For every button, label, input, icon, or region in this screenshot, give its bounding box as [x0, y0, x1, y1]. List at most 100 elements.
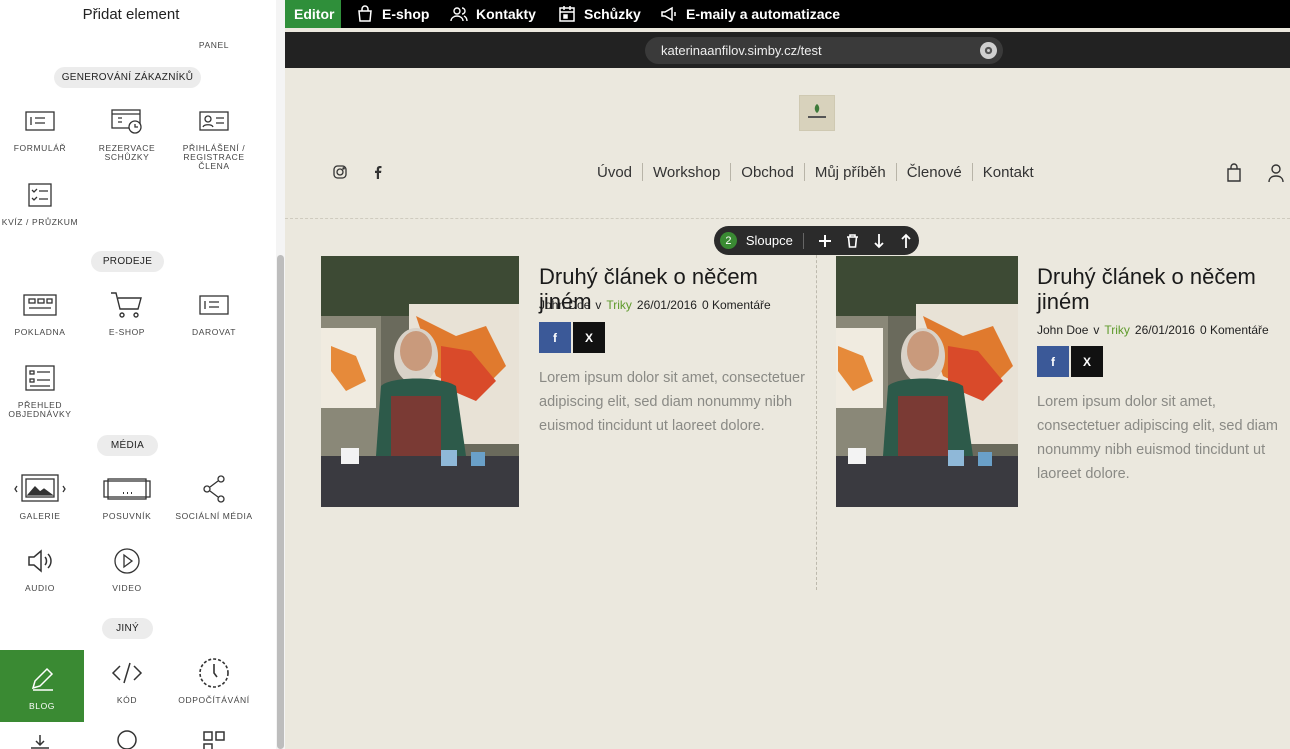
site-logo[interactable] — [799, 95, 835, 131]
user-account-icon[interactable] — [1267, 163, 1285, 183]
circle-badge-icon[interactable] — [115, 728, 139, 749]
panel-title: Přidat element — [82, 6, 180, 23]
tile-donate[interactable]: DAROVAT — [172, 288, 256, 337]
header-divider — [285, 218, 1290, 219]
tile-code[interactable]: KÓD — [85, 656, 169, 705]
meetings-label: Schůzky — [584, 6, 641, 22]
share-x-button[interactable]: X — [573, 322, 605, 353]
menu-item-obchod[interactable]: Obchod — [731, 164, 804, 181]
clipped-tile-label: PANEL — [198, 40, 230, 50]
url-field[interactable]: katerinaanfilov.simby.cz/test — [645, 37, 1003, 64]
shopping-cart-icon — [111, 292, 142, 318]
speaker-icon — [28, 549, 52, 573]
tile-eshop[interactable]: E-SHOP — [85, 288, 169, 337]
post-comments[interactable]: 0 Komentáře — [1200, 323, 1269, 337]
section-media: MÉDIA — [97, 435, 158, 456]
countdown-timer-icon — [199, 658, 229, 688]
tile-member-login-label: PŘIHLÁŠENÍ / REGISTRACE ČLENA — [182, 143, 246, 171]
add-icon[interactable] — [812, 231, 839, 251]
move-down-icon[interactable] — [865, 231, 892, 251]
facebook-icon[interactable] — [370, 164, 386, 180]
post-date: 26/01/2016 — [1134, 323, 1195, 337]
post-date: 26/01/2016 — [636, 298, 697, 312]
menu-item-workshop[interactable]: Workshop — [643, 164, 730, 181]
tile-quiz-label: KVÍZ / PRŮZKUM — [1, 217, 79, 227]
editor-label: Editor — [294, 6, 335, 22]
top-navigation-bar: Editor E-shop Kontakty Schůzky E-maily a… — [276, 0, 1290, 28]
tile-checkout[interactable]: POKLADNA — [0, 288, 82, 337]
move-up-icon[interactable] — [892, 231, 919, 251]
facebook-icon: f — [1051, 354, 1055, 369]
editor-tab[interactable]: Editor — [276, 0, 341, 28]
post-category[interactable]: Triky — [1104, 323, 1130, 337]
share-facebook-button[interactable]: f — [1037, 346, 1069, 377]
users-icon — [450, 7, 468, 22]
tile-donate-label: DAROVAT — [191, 327, 237, 337]
tile-audio[interactable]: AUDIO — [0, 544, 82, 593]
tile-social-media[interactable]: SOCIÁLNÍ MÉDIA — [172, 472, 256, 521]
facebook-icon: f — [553, 330, 557, 345]
section-lead-generation: GENEROVÁNÍ ZÁKAZNÍKŮ — [54, 67, 201, 88]
share-facebook-button[interactable]: f — [539, 322, 571, 353]
settings-gear-icon[interactable] — [980, 42, 997, 59]
share-nodes-icon — [203, 475, 225, 503]
emails-tab[interactable]: E-maily a automatizace — [660, 0, 840, 28]
tile-video[interactable]: VIDEO — [85, 544, 169, 593]
tile-quiz[interactable]: KVÍZ / PRŮZKUM — [0, 178, 82, 227]
tile-order-summary[interactable]: PŘEHLED OBJEDNÁVKY — [0, 361, 82, 419]
pencil-icon — [31, 667, 54, 691]
tile-blog[interactable]: BLOG — [0, 650, 84, 722]
columns-label[interactable]: Sloupce — [746, 233, 793, 248]
tile-booking[interactable]: REZERVACE SCHŮZKY — [85, 104, 169, 162]
tile-video-label: VIDEO — [112, 583, 142, 593]
cart-bag-icon[interactable] — [1225, 163, 1243, 183]
post-author[interactable]: John Doe — [1037, 323, 1088, 337]
post-image[interactable] — [836, 256, 1018, 507]
tile-member-login[interactable]: PŘIHLÁŠENÍ / REGISTRACE ČLENA — [172, 104, 256, 171]
tile-countdown[interactable]: ODPOČÍTÁVÁNÍ — [172, 656, 256, 705]
tile-form[interactable]: FORMULÁŘ — [0, 104, 82, 153]
contacts-tab[interactable]: Kontakty — [450, 0, 536, 28]
menu-item-kontakt[interactable]: Kontakt — [973, 164, 1044, 181]
tile-booking-label: REZERVACE SCHŮZKY — [98, 143, 156, 162]
tile-order-summary-label: PŘEHLED OBJEDNÁVKY — [8, 400, 72, 419]
order-list-icon — [25, 365, 55, 391]
donate-form-icon — [199, 295, 229, 315]
qr-grid-icon[interactable] — [202, 730, 226, 749]
post-excerpt: Lorem ipsum dolor sit amet, consectetuer… — [539, 370, 805, 434]
share-x-button[interactable]: X — [1071, 346, 1103, 377]
eshop-label: E-shop — [382, 6, 430, 22]
post-author[interactable]: John Doe — [539, 298, 590, 312]
post-image[interactable] — [321, 256, 519, 507]
trash-icon[interactable] — [839, 231, 866, 251]
tile-slider[interactable]: POSUVNÍK — [85, 472, 169, 521]
post-category[interactable]: Triky — [606, 298, 632, 312]
post-meta: John Doe v Triky 26/01/2016 0 Komentáře — [1037, 323, 1269, 337]
x-icon: X — [584, 330, 593, 345]
meetings-tab[interactable]: Schůzky — [558, 0, 641, 28]
quiz-checklist-icon — [28, 183, 52, 207]
site-main-menu: Úvod Workshop Obchod Můj příběh Členové … — [587, 163, 1044, 181]
menu-item-muj-pribeh[interactable]: Můj příběh — [805, 164, 896, 181]
tile-gallery[interactable]: GALERIE — [0, 472, 82, 521]
contacts-label: Kontakty — [476, 6, 536, 22]
menu-item-clenove[interactable]: Členové — [897, 164, 972, 181]
post-meta: John Doe v Triky 26/01/2016 0 Komentáře — [539, 298, 771, 312]
section-other: JINÝ — [102, 618, 153, 639]
eshop-tab[interactable]: E-shop — [356, 0, 429, 28]
columns-toolbar: 2 Sloupce — [714, 226, 919, 255]
tile-blog-label: BLOG — [28, 700, 56, 711]
download-icon[interactable] — [28, 735, 52, 749]
instagram-icon[interactable] — [332, 164, 348, 180]
member-card-icon — [199, 111, 229, 131]
post-title[interactable]: Druhý článek o něčem jiném — [1037, 264, 1282, 314]
menu-item-uvod[interactable]: Úvod — [587, 164, 642, 181]
panel-scrollbar-thumb[interactable] — [277, 255, 284, 749]
tile-checkout-label: POKLADNA — [14, 327, 66, 337]
gallery-icon — [14, 474, 66, 502]
tile-audio-label: AUDIO — [25, 583, 55, 593]
emails-label: E-maily a automatizace — [686, 6, 841, 22]
post-excerpt: Lorem ipsum dolor sit amet, consectetuer… — [1037, 394, 1278, 482]
post-comments[interactable]: 0 Komentáře — [702, 298, 771, 312]
tile-eshop-label: E-SHOP — [108, 327, 146, 337]
